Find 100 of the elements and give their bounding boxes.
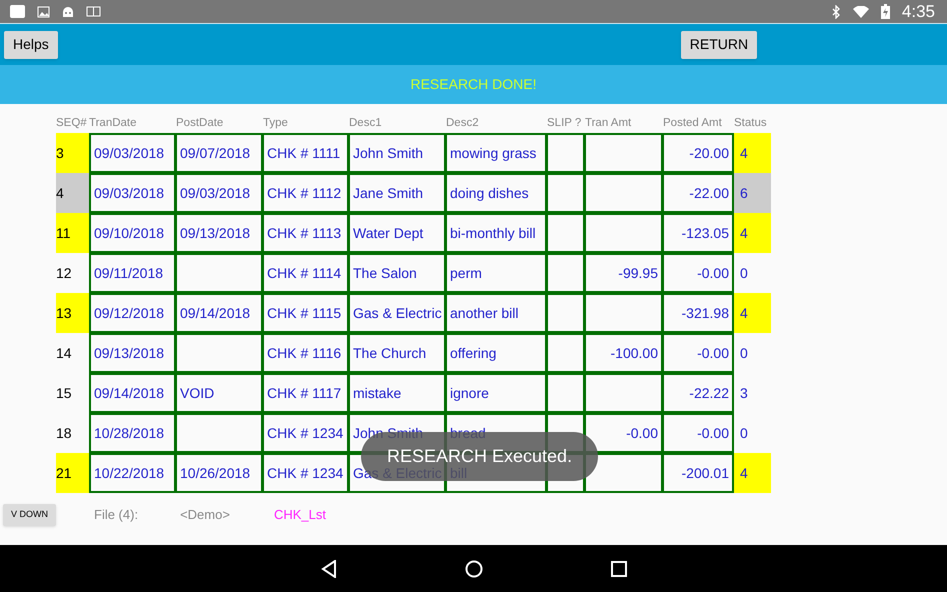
wifi-icon (852, 6, 869, 18)
table-cell: -200.01 (664, 455, 732, 491)
table-cell (548, 175, 583, 211)
table-cell: -22.22 (664, 375, 732, 411)
table-cell: CHK # 1112 (264, 175, 347, 211)
seq-cell: 4 (56, 173, 89, 213)
home-icon[interactable] (464, 560, 482, 578)
table-cell (548, 295, 583, 331)
table-cell: Water Dept (350, 215, 444, 251)
seq-cell-text: 18 (56, 424, 73, 442)
table-cell: -0.00 (586, 415, 661, 451)
table-cell: perm (447, 255, 545, 291)
seq-cell: 13 (56, 293, 89, 333)
seq-cell-text: 14 (56, 344, 73, 362)
seq-cell: 11 (56, 213, 89, 253)
table-cell: offering (447, 335, 545, 371)
seq-cell-text: 12 (56, 264, 73, 282)
status-cell: 4 (734, 453, 771, 493)
helps-button[interactable]: Helps (4, 30, 58, 58)
table-cell: 09/03/2018 (91, 135, 174, 171)
table-cell: -0.00 (664, 415, 732, 451)
return-button[interactable]: RETURN (680, 30, 758, 58)
table-cell: CHK # 1117 (264, 375, 347, 411)
back-icon[interactable] (320, 560, 336, 578)
table-cell (548, 255, 583, 291)
overview-icon[interactable] (610, 560, 626, 576)
table-cell: CHK # 1234 (264, 455, 347, 491)
status-cell-text: 0 (739, 424, 749, 442)
table-cell: 09/10/2018 (91, 215, 174, 251)
status-cell: 6 (734, 173, 771, 213)
table-cell: CHK # 1113 (264, 215, 347, 251)
table-cell: 09/13/2018 (91, 335, 174, 371)
table-cell: 09/14/2018 (91, 375, 174, 411)
table-cell: CHK # 1111 (264, 135, 347, 171)
table-cell: -99.95 (586, 255, 661, 291)
seq-cell-text: 15 (56, 384, 73, 402)
table-cell: John Smith (350, 135, 444, 171)
table-cell: bi-monthly bill (447, 215, 545, 251)
file-name: <Demo> (180, 506, 230, 524)
table-cell: 09/11/2018 (91, 255, 174, 291)
table-cell: doing dishes (447, 175, 545, 211)
table-cell: CHK # 1234 (264, 415, 347, 451)
column-header: Tran Amt (585, 116, 632, 132)
book-icon (86, 6, 101, 17)
column-header: Desc1 (349, 116, 383, 132)
table-cell: 09/07/2018 (177, 135, 261, 171)
file-label: File (4): (94, 506, 138, 524)
seq-cell: 21 (56, 453, 89, 493)
table-cell: CHK # 1115 (264, 295, 347, 331)
column-header: Status (734, 116, 768, 132)
table-cell (548, 335, 583, 371)
column-header: TranDate (89, 116, 138, 132)
table-cell: -123.05 (664, 215, 732, 251)
column-header: Type (263, 116, 289, 132)
table-cell (548, 135, 583, 171)
banner-message: RESEARCH DONE! (410, 75, 537, 94)
table-cell: 10/28/2018 (91, 415, 174, 451)
table-cell: Gas & Electric (350, 295, 444, 331)
status-cell: 4 (734, 133, 771, 173)
table-cell: ignore (447, 375, 545, 411)
status-cell-text: 3 (739, 384, 749, 402)
table-cell: The Church (350, 335, 444, 371)
table-cell: 10/26/2018 (177, 455, 261, 491)
status-cell-text: 0 (739, 344, 749, 362)
table-cell: 09/14/2018 (177, 295, 261, 331)
seq-cell: 3 (56, 133, 89, 173)
v-down-button[interactable]: V DOWN (3, 504, 56, 526)
list-name: CHK_Lst (274, 506, 326, 524)
table-cell: -22.00 (664, 175, 732, 211)
column-header: SLIP ? (547, 116, 582, 132)
notification-icon (10, 5, 25, 18)
status-cell: 4 (734, 213, 771, 253)
image-icon (37, 6, 50, 18)
column-header: PostDate (176, 116, 224, 132)
table-cell: another bill (447, 295, 545, 331)
table-cell: mistake (350, 375, 444, 411)
table-cell: mowing grass (447, 135, 545, 171)
table-cell: -100.00 (586, 335, 661, 371)
status-cell-text: 0 (739, 264, 749, 282)
table-cell: CHK # 1116 (264, 335, 347, 371)
clock-time: 4:35 (902, 0, 935, 23)
status-cell: 4 (734, 293, 771, 333)
column-header: Desc2 (446, 116, 480, 132)
table-cell: -0.00 (664, 335, 732, 371)
table-cell: CHK # 1114 (264, 255, 347, 291)
table-cell: 09/13/2018 (177, 215, 261, 251)
battery-icon (880, 4, 890, 19)
table-cell: 09/03/2018 (177, 175, 261, 211)
table-cell (548, 215, 583, 251)
android-icon (62, 6, 74, 18)
table-cell: -321.98 (664, 295, 732, 331)
table-cell: 09/03/2018 (91, 175, 174, 211)
table-cell: -20.00 (664, 135, 732, 171)
table-cell: The Salon (350, 255, 444, 291)
column-header: SEQ# (56, 116, 88, 132)
column-header: Posted Amt (663, 116, 723, 132)
table-cell: Jane Smith (350, 175, 444, 211)
table-cell: 09/12/2018 (91, 295, 174, 331)
table-cell: -0.00 (664, 255, 732, 291)
table-cell: VOID (177, 375, 261, 411)
